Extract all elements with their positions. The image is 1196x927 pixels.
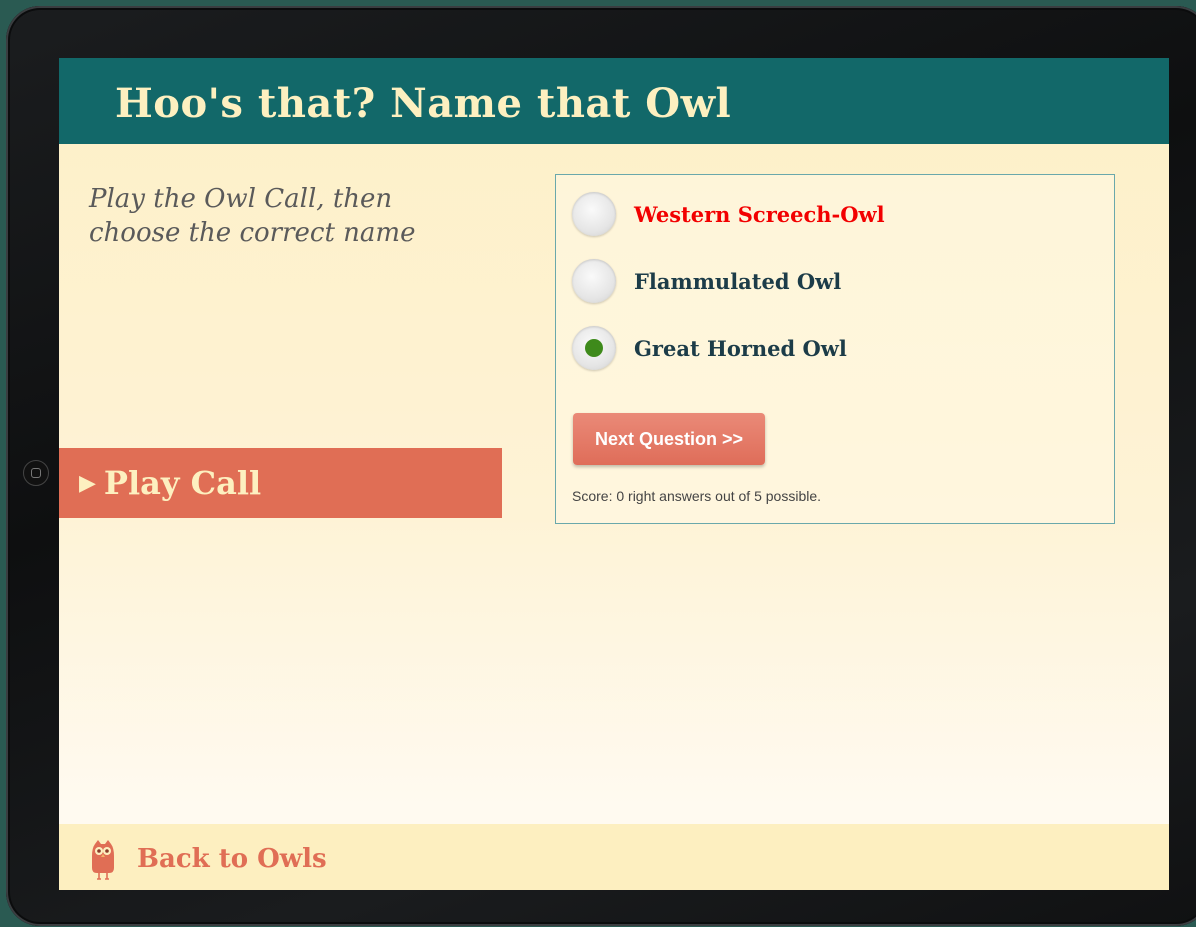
answer-option-western-screech-owl[interactable]: Western Screech-Owl — [572, 191, 885, 237]
answer-label: Great Horned Owl — [634, 335, 847, 361]
app-screen: Hoo's that? Name that Owl Play the Owl C… — [59, 58, 1169, 890]
radio-button[interactable] — [572, 192, 616, 236]
radio-button[interactable] — [572, 259, 616, 303]
footer-bar: Back to Owls — [59, 824, 1169, 890]
answer-option-flammulated-owl[interactable]: Flammulated Owl — [572, 258, 841, 304]
instructions-text: Play the Owl Call, then choose the corre… — [89, 184, 416, 248]
quiz-panel: Western Screech-Owl Flammulated Owl Grea… — [555, 174, 1115, 524]
page-header: Hoo's that? Name that Owl — [59, 58, 1169, 144]
answer-label: Flammulated Owl — [634, 268, 842, 294]
play-call-button[interactable]: ▶ Play Call — [59, 448, 502, 518]
score-text: Score: 0 right answers out of 5 possible… — [572, 488, 822, 504]
answer-label: Western Screech-Owl — [634, 201, 885, 227]
home-button-icon[interactable] — [23, 460, 49, 486]
selected-dot-icon — [585, 339, 603, 357]
play-triangle-icon: ▶ — [79, 470, 96, 495]
back-to-owls-label: Back to Owls — [137, 844, 327, 874]
page-title: Hoo's that? Name that Owl — [115, 80, 732, 127]
back-to-owls-link[interactable]: Back to Owls — [89, 838, 327, 880]
owl-icon — [92, 840, 114, 880]
next-question-button[interactable]: Next Question >> — [573, 413, 765, 465]
play-call-label: Play Call — [103, 464, 262, 502]
radio-button-selected[interactable] — [572, 326, 616, 370]
tablet-frame: Hoo's that? Name that Owl Play the Owl C… — [6, 6, 1196, 926]
answer-option-great-horned-owl[interactable]: Great Horned Owl — [572, 325, 847, 371]
